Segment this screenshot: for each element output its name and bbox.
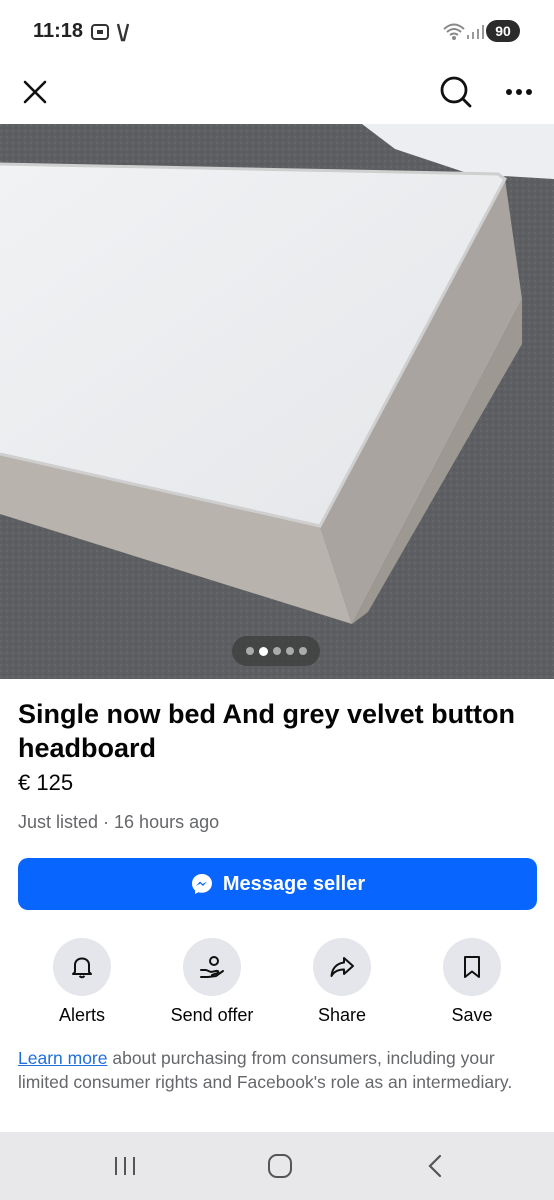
carousel-dot	[245, 647, 254, 655]
send-offer-button[interactable]: Send offer	[147, 938, 277, 1028]
recent-apps-button[interactable]	[103, 1146, 147, 1186]
status-time: 11:18	[33, 20, 84, 42]
listing-title: Single now bed And grey velvet button he…	[18, 699, 516, 763]
disclaimer: Learn more about purchasing from consume…	[18, 1046, 538, 1094]
message-seller-button[interactable]: Message seller	[18, 858, 537, 910]
search-button[interactable]	[434, 70, 478, 114]
listing-meta: Just listed · 16 hours ago	[18, 812, 220, 832]
action-row: Alerts Send offer Share Save	[17, 938, 537, 1028]
share-button[interactable]: Share	[277, 938, 407, 1028]
carousel-dot-active	[258, 646, 268, 656]
signal-icon	[466, 24, 484, 45]
carousel-dot	[285, 647, 294, 655]
bookmark-icon	[464, 956, 480, 978]
home-button[interactable]	[258, 1146, 302, 1186]
search-icon	[440, 76, 472, 108]
status-bar: 11:18 90	[0, 0, 554, 62]
share-icon	[330, 957, 354, 977]
carousel-dot	[272, 647, 281, 655]
more-icon	[506, 89, 532, 95]
send-offer-label: Send offer	[170, 1005, 254, 1025]
message-seller-label: Message seller	[222, 872, 366, 895]
share-label: Share	[317, 1005, 367, 1025]
learn-more-link[interactable]: Learn more	[18, 1048, 108, 1068]
wifi-icon	[442, 20, 466, 47]
alerts-button[interactable]: Alerts	[17, 938, 147, 1028]
send-offer-icon	[200, 956, 224, 978]
more-options-button[interactable]	[497, 70, 541, 114]
battery-indicator: 90	[486, 20, 520, 42]
recent-apps-icon	[115, 1157, 135, 1175]
back-button[interactable]	[413, 1146, 457, 1186]
mattress-photo	[0, 124, 554, 679]
close-icon	[23, 80, 47, 104]
carrier-icon	[116, 22, 130, 47]
back-icon	[428, 1154, 442, 1178]
home-icon	[268, 1154, 292, 1178]
save-label: Save	[451, 1005, 493, 1025]
top-nav	[0, 62, 554, 124]
messenger-icon	[191, 874, 212, 894]
carousel-indicator[interactable]	[232, 636, 320, 666]
close-button[interactable]	[13, 70, 57, 114]
carousel-dot	[298, 647, 307, 655]
system-navigation-bar	[0, 1132, 554, 1200]
listing-price: € 125	[18, 770, 74, 795]
save-button[interactable]: Save	[407, 938, 537, 1028]
screenshot-icon	[90, 22, 110, 47]
alerts-label: Alerts	[58, 1005, 105, 1025]
bell-icon	[72, 957, 92, 979]
listing-photo[interactable]	[0, 124, 554, 679]
